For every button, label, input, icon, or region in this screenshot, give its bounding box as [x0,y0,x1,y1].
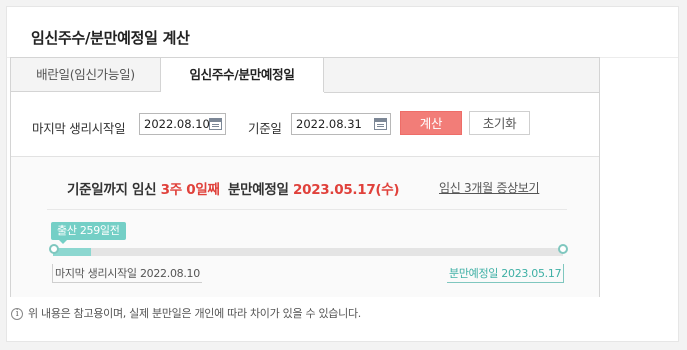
pregnancy-weeks: 3주 0일째 [160,182,220,198]
page-title: 임신주수/분만예정일 계산 [31,29,190,47]
base-date-field[interactable]: 2022.08.31 [291,113,391,135]
result-divider [47,209,567,210]
disclaimer: i 위 내용은 참고용이며, 실제 분만일은 개인에 따라 차이가 있을 수 있습… [11,305,361,321]
last-period-date-field[interactable]: 2022.08.10 [139,113,226,135]
input-row: 마지막 생리시작일 2022.08.10 기준일 2022.08.31 계산 초… [11,92,599,157]
info-icon: i [11,308,23,320]
symptom-link[interactable]: 임신 3개월 증상보기 [439,179,540,196]
calculator-panel: 배란일(임신가능일) 임신주수/분만예정일 마지막 생리시작일 2022.08.… [10,57,600,297]
due-date-value: 2023.05.17(수) [293,182,400,198]
calculator-card: 임신주수/분만예정일 계산 배란일(임신가능일) 임신주수/분만예정일 마지막 … [6,6,679,342]
tab-pregnancy-week[interactable]: 임신주수/분만예정일 [161,58,324,92]
calendar-icon[interactable] [374,118,387,130]
disclaimer-text: 위 내용은 참고용이며, 실제 분만일은 개인에 따라 차이가 있을 수 있습니… [28,307,361,320]
result-area: 기준일까지 임신 3주 0일째 분만예정일 2023.05.17(수) 임신 3… [11,157,599,297]
result-prefix: 기준일까지 임신 [67,182,157,198]
tab-ovulation[interactable]: 배란일(임신가능일) [11,58,161,92]
base-date-value: 2022.08.31 [296,117,362,131]
timeline-end-label: 분만예정일 2023.05.17 [447,264,565,283]
tab-bar: 배란일(임신가능일) 임신주수/분만예정일 [11,58,599,93]
calculate-button[interactable]: 계산 [400,111,462,135]
timeline-track [53,248,563,256]
reset-button[interactable]: 초기화 [469,111,530,135]
calendar-icon[interactable] [209,118,222,130]
last-period-date-value: 2022.08.10 [144,117,210,131]
timeline-start-label: 마지막 생리시작일 2022.08.10 [52,264,202,283]
timeline-start-dot [49,244,59,254]
days-left-badge: 출산 259일전 [51,222,126,244]
due-date-label: 분만예정일 [228,182,289,198]
base-date-label: 기준일 [248,121,282,136]
result-summary: 기준일까지 임신 3주 0일째 분만예정일 2023.05.17(수) [67,178,400,198]
timeline-end-dot [558,244,568,254]
tab-bar-filler [324,58,599,93]
last-period-label: 마지막 생리시작일 [32,121,126,136]
